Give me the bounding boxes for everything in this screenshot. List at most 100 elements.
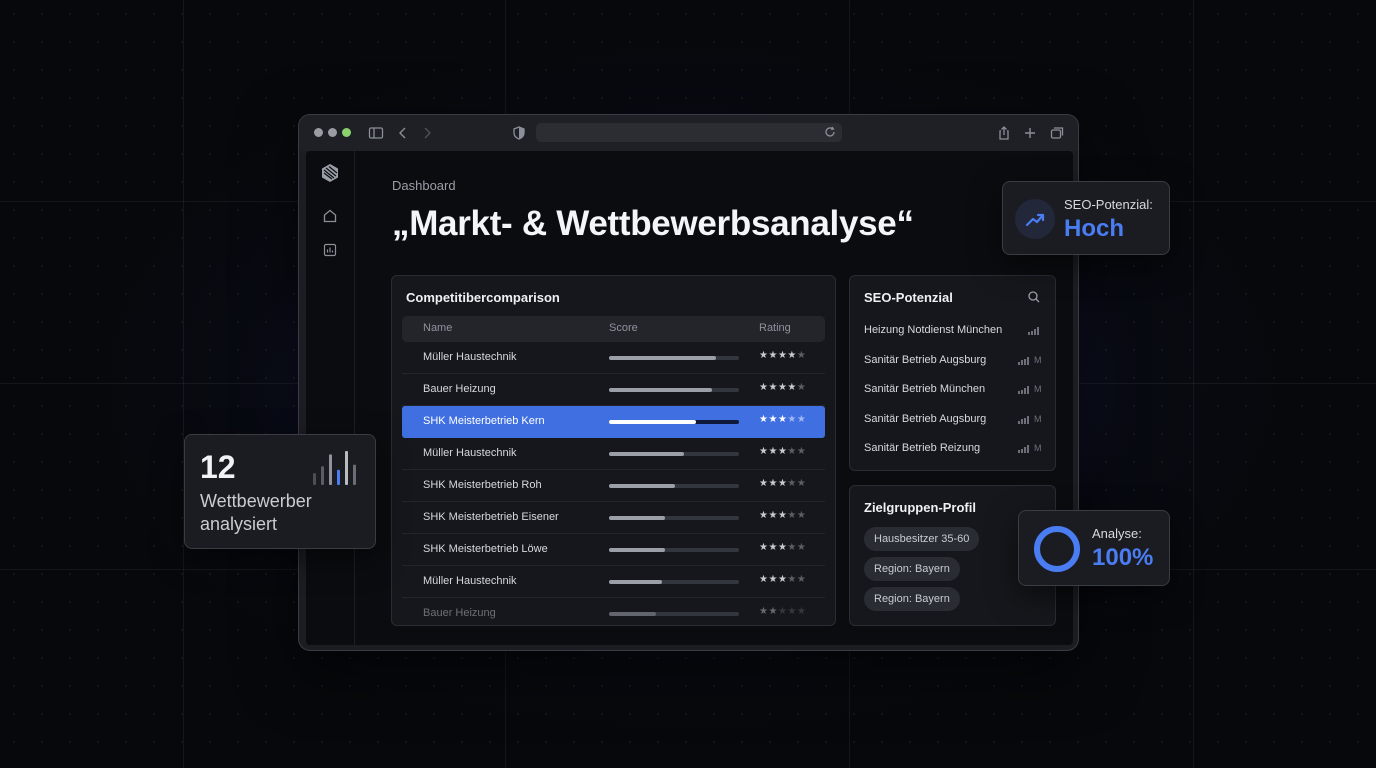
star-rating: ★★★★★ bbox=[759, 542, 806, 553]
column-header-score[interactable]: Score bbox=[609, 322, 638, 334]
new-tab-icon[interactable] bbox=[1021, 124, 1039, 142]
star-rating: ★★★★★ bbox=[759, 478, 806, 489]
star-icon: ★ bbox=[796, 542, 807, 553]
score-bar-fill bbox=[609, 580, 663, 584]
tabs-overview-icon[interactable] bbox=[1048, 124, 1066, 142]
shield-icon[interactable] bbox=[510, 124, 528, 142]
mini-bar-chart bbox=[313, 451, 356, 485]
competitor-comparison-card: Competitibercomparison Name Score Rating… bbox=[391, 275, 836, 626]
address-bar[interactable] bbox=[536, 123, 842, 142]
star-icon: ★ bbox=[768, 574, 778, 585]
star-icon: ★ bbox=[787, 414, 797, 425]
seo-keyword-item[interactable]: Sanitär Betrieb München bbox=[864, 383, 1044, 395]
column-header-rating[interactable]: Rating bbox=[759, 322, 791, 334]
star-icon: ★ bbox=[777, 446, 788, 457]
star-icon: ★ bbox=[777, 414, 788, 425]
score-bar bbox=[609, 548, 739, 552]
seo-volume-label: M bbox=[1034, 443, 1042, 453]
seo-keyword-item[interactable]: Sanitär Betrieb Augsburg bbox=[864, 413, 1044, 425]
column-header-name[interactable]: Name bbox=[423, 322, 452, 334]
star-icon: ★ bbox=[796, 350, 807, 361]
mini-bar bbox=[345, 451, 348, 485]
star-icon: ★ bbox=[787, 478, 797, 489]
score-bar-fill bbox=[609, 452, 685, 456]
star-icon: ★ bbox=[768, 350, 778, 361]
signal-icon bbox=[1018, 445, 1032, 453]
seo-keyword-item[interactable]: Sanitär Betrieb Augsburg bbox=[864, 354, 1044, 366]
seo-volume-label: M bbox=[1034, 354, 1042, 365]
star-icon: ★ bbox=[777, 606, 788, 617]
star-icon: ★ bbox=[768, 478, 778, 489]
score-bar-fill bbox=[609, 548, 665, 552]
competitor-name: SHK Meisterbetrieb Kern bbox=[423, 415, 545, 427]
logo-icon[interactable] bbox=[320, 163, 340, 183]
seo-keyword-item[interactable]: Sanitär Betrieb Reizung bbox=[864, 442, 1044, 454]
star-icon: ★ bbox=[777, 478, 788, 489]
competitor-name: Müller Haustechnik bbox=[423, 447, 517, 459]
audience-chip[interactable]: Region: Bayern bbox=[864, 587, 960, 611]
competitor-name: SHK Meisterbetrieb Eisener bbox=[423, 511, 559, 523]
star-icon: ★ bbox=[777, 382, 788, 393]
forward-icon[interactable] bbox=[418, 124, 436, 142]
score-bar bbox=[609, 356, 739, 360]
competitor-name: SHK Meisterbetrieb Löwe bbox=[423, 543, 548, 555]
maximize-window-button[interactable] bbox=[342, 128, 351, 137]
minimize-window-button[interactable] bbox=[328, 128, 337, 137]
close-window-button[interactable] bbox=[314, 128, 323, 137]
mini-bar bbox=[329, 454, 332, 485]
sidebar-toggle-icon[interactable] bbox=[367, 124, 385, 142]
star-icon: ★ bbox=[768, 606, 778, 617]
competitors-label-line1: Wettbewerber bbox=[200, 491, 312, 511]
star-rating: ★★★★★ bbox=[759, 510, 806, 521]
table-row[interactable]: SHK Meisterbetrieb Eisener ★★★★★ bbox=[402, 502, 825, 534]
back-icon[interactable] bbox=[394, 124, 412, 142]
star-icon: ★ bbox=[768, 510, 778, 521]
competitors-label-line2: analysiert bbox=[200, 514, 278, 534]
seo-badge-label: SEO-Potenzial: bbox=[1064, 197, 1153, 212]
competitor-card-title: Competitibercomparison bbox=[406, 290, 560, 305]
star-icon: ★ bbox=[777, 542, 788, 553]
star-icon: ★ bbox=[777, 574, 788, 585]
star-icon: ★ bbox=[796, 510, 807, 521]
star-icon: ★ bbox=[796, 382, 807, 393]
mini-bar bbox=[353, 464, 356, 485]
star-icon: ★ bbox=[768, 542, 778, 553]
star-icon: ★ bbox=[787, 574, 797, 585]
mini-bar bbox=[313, 473, 316, 485]
breadcrumb[interactable]: Dashboard bbox=[392, 178, 456, 193]
table-row[interactable]: SHK Meisterbetrieb Roh ★★★★★ bbox=[402, 470, 825, 502]
star-icon: ★ bbox=[796, 414, 807, 425]
home-icon[interactable] bbox=[321, 207, 339, 225]
grid-line bbox=[1193, 0, 1194, 768]
trending-up-icon bbox=[1015, 199, 1055, 239]
table-row[interactable]: Müller Haustechnik ★★★★★ bbox=[402, 342, 825, 374]
score-bar bbox=[609, 484, 739, 488]
audience-chip[interactable]: Hausbesitzer 35-60 bbox=[864, 527, 980, 551]
star-rating: ★★★★★ bbox=[759, 414, 806, 425]
star-icon: ★ bbox=[777, 350, 788, 361]
audience-chip[interactable]: Region: Bayern bbox=[864, 557, 960, 581]
table-row[interactable]: Müller Haustechnik ★★★★★ bbox=[402, 566, 825, 598]
signal-icon bbox=[1018, 415, 1032, 424]
score-bar-fill bbox=[609, 388, 712, 392]
share-icon[interactable] bbox=[995, 124, 1013, 142]
score-bar bbox=[609, 452, 739, 456]
progress-ring bbox=[1034, 526, 1080, 572]
star-icon: ★ bbox=[787, 382, 797, 393]
browser-titlebar bbox=[299, 115, 1078, 151]
chart-icon[interactable] bbox=[321, 241, 339, 259]
table-row[interactable]: Müller Haustechnik ★★★★★ bbox=[402, 438, 825, 470]
competitor-name: Bauer Heizung bbox=[423, 383, 496, 395]
table-row[interactable]: SHK Meisterbetrieb Kern ★★★★★ bbox=[402, 406, 825, 438]
search-icon[interactable] bbox=[1026, 289, 1042, 305]
seo-potential-badge: SEO-Potenzial: Hoch bbox=[1002, 181, 1170, 255]
table-row[interactable]: Bauer Heizung ★★★★★ bbox=[402, 598, 825, 625]
competitor-name: Bauer Heizung bbox=[423, 607, 496, 619]
score-bar bbox=[609, 580, 739, 584]
table-row[interactable]: Bauer Heizung ★★★★★ bbox=[402, 374, 825, 406]
star-rating: ★★★★★ bbox=[759, 606, 806, 617]
seo-keyword-item[interactable]: Heizung Notdienst München bbox=[864, 324, 1044, 336]
table-row[interactable]: SHK Meisterbetrieb Löwe ★★★★★ bbox=[402, 534, 825, 566]
signal-icon bbox=[1018, 386, 1032, 394]
reload-icon[interactable] bbox=[822, 124, 838, 140]
